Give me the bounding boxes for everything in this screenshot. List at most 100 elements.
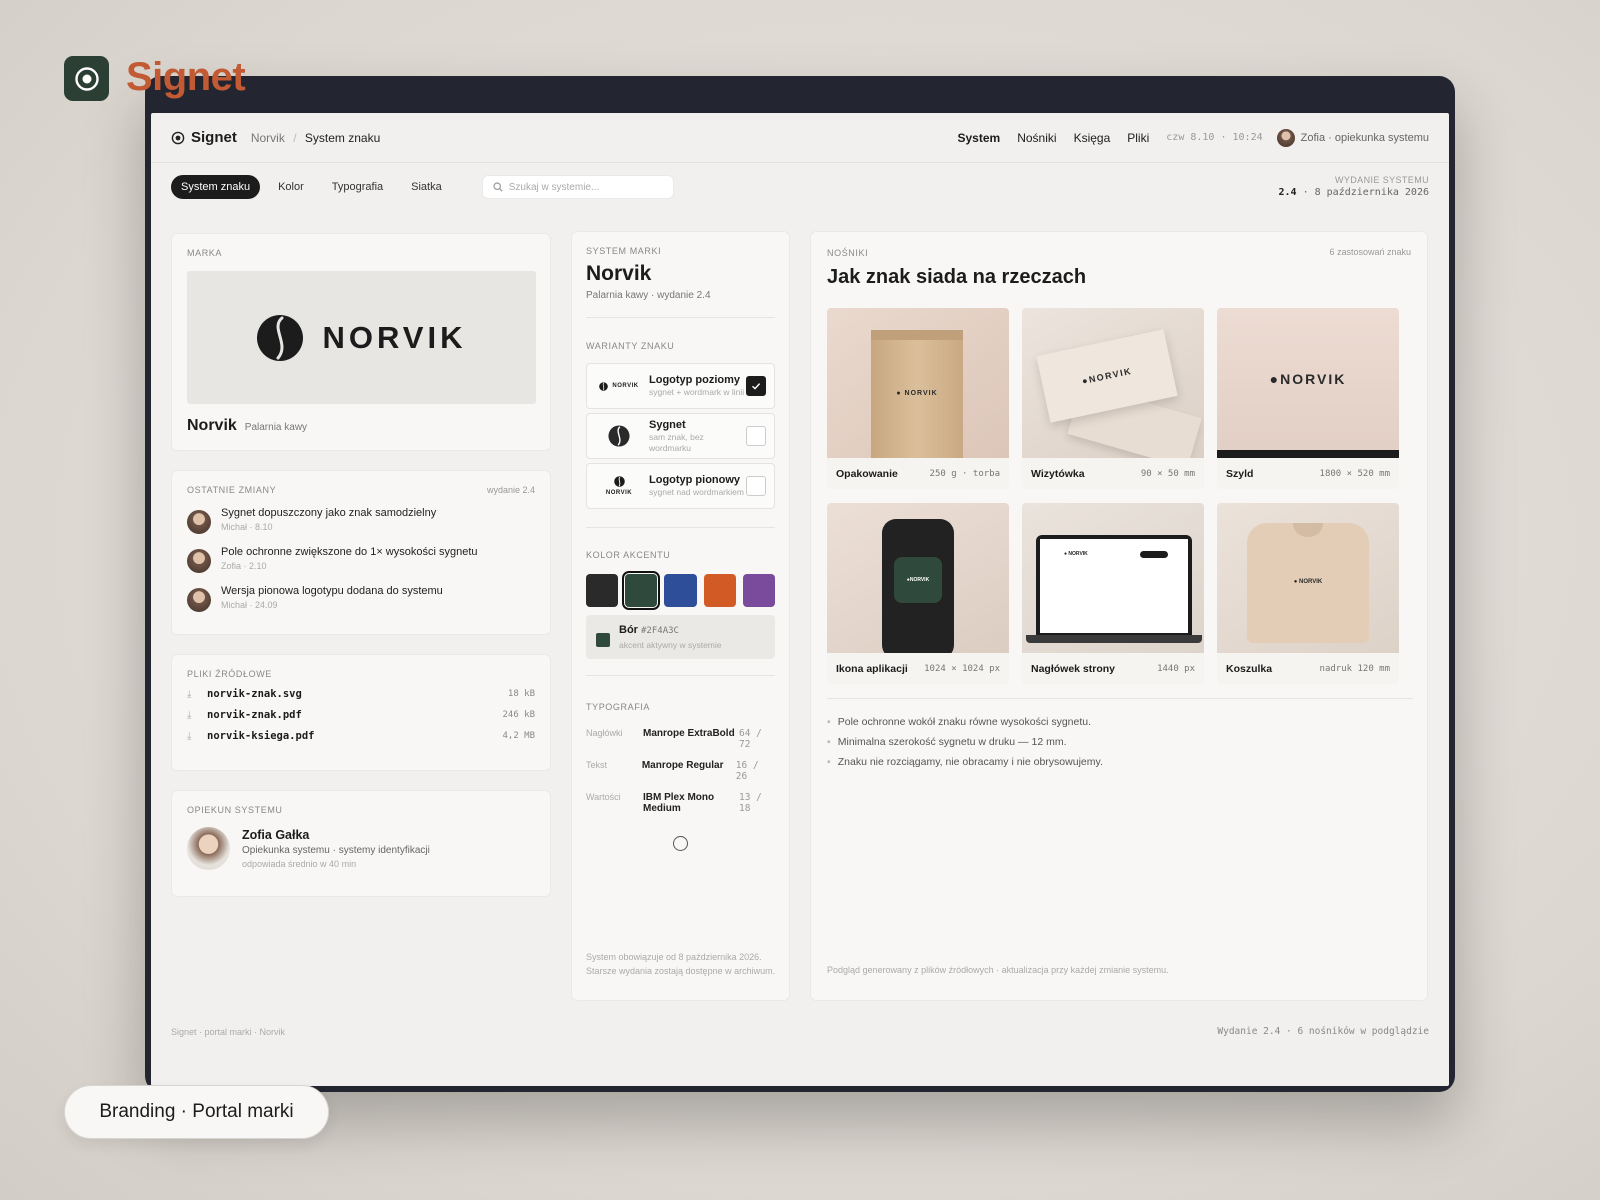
variant-checkbox[interactable] [746,426,766,446]
footer-left: Signet · portal marki · Norvik [171,1027,286,1037]
tab-kolor[interactable]: Kolor [268,175,314,199]
typo-font: IBM Plex Mono Medium [643,792,715,814]
carrier-meta: 1024 × 1024 px [924,663,1000,674]
variant-title: Sygnet [649,418,686,431]
typo-row: Nagłówki Manrope ExtraBold 64 / 72 [586,728,775,750]
carrier-tile-tshirt[interactable]: ● NORVIK Koszulka nadruk 120 mm [1217,503,1399,684]
user-label: Zofia · opiekunka systemu [1300,131,1429,144]
download-icon: ⤓ [187,688,192,700]
category-badge: Branding · Portal marki [64,1085,329,1139]
toolbar: System znaku Kolor Typografia Siatka Szu… [151,163,1449,211]
usage-rules: ▪ Pole ochronne wokół znaku równe wysokoś… [827,708,1103,768]
signet-mark-icon [595,425,643,447]
swatch-1[interactable] [586,574,619,607]
app-logo-icon [64,56,109,101]
recent-changes-card: Ostatnie zmiany wydanie 2.4 Sygnet dopus… [171,470,551,635]
swatch-4[interactable] [703,574,736,607]
tshirt-mockup: ● NORVIK [1217,503,1399,653]
avatar [187,827,230,870]
variant-sub: sam znak, bez wordmarku [649,431,704,453]
variant-checkbox[interactable] [746,376,766,396]
carrier-name: Szyld [1226,467,1254,480]
carrier-tile-app-icon[interactable]: ● NORVIK Ikona aplikacji 1024 × 1024 px [827,503,1009,684]
file-name: norvik-ksiega.pdf [207,730,315,742]
divider [586,527,775,528]
changes-release: wydanie 2.4 [486,485,535,495]
divider [586,317,775,318]
file-name: norvik-znak.svg [207,688,302,700]
typo-font: Manrope ExtraBold [643,728,735,739]
brand-card: Marka NORVIK Norvik Palarnia kawy [171,233,551,451]
rule-item: ▪ Pole ochronne wokół znaku równe wysokoś… [827,716,1092,728]
carrier-name: Koszulka [1226,662,1273,675]
release-label: Wydanie systemu [1334,175,1429,185]
search-placeholder: Szukaj w systemie... [508,181,600,193]
change-item[interactable]: Wersja pionowa logotypu dodana do system… [187,585,535,612]
carrier-meta: nadruk 120 mm [1319,663,1390,674]
brand-logo-preview[interactable]: NORVIK [187,271,536,404]
carrier-tile-web-header[interactable]: ● NORVIK Nagłówek strony 1440 px [1022,503,1204,684]
tab-siatka[interactable]: Siatka [401,175,452,199]
breadcrumb-parent[interactable]: Norvik [251,131,285,145]
carrier-name: Nagłówek strony [1031,662,1116,675]
change-item[interactable]: Pole ochronne zwiększone do 1× wysokości… [187,546,535,573]
carrier-tile-packaging[interactable]: ● NORVIK Opakowanie 250 g · torba [827,308,1009,489]
swatch-3[interactable] [664,574,697,607]
carrier-tile-business-card[interactable]: ● NORVIK Wizytówka 90 × 50 mm [1022,308,1204,489]
file-item[interactable]: ⤓ norvik-ksiega.pdf 4,2 MB [187,730,535,742]
web-header-mockup: ● NORVIK [1022,503,1204,653]
change-meta: Michał · 24.09 [221,600,278,610]
tab-typografia[interactable]: Typografia [322,175,393,199]
variant-signet[interactable]: Sygnet sam znak, bez wordmarku [586,413,775,459]
nav-links: System Nośniki Księga Pliki czw 8.10 · 1… [958,131,1263,145]
change-meta: Michał · 8.10 [221,522,273,532]
carrier-tile-sign[interactable]: ● NORVIK Szyld 1800 × 520 mm [1217,308,1399,489]
typo-row: Wartości IBM Plex Mono Medium 13 / 18 [586,792,775,814]
spinner-icon [673,836,688,851]
signet-logo-icon [171,131,185,144]
app-name: Signet [126,55,246,99]
file-item[interactable]: ⤓ norvik-znak.pdf 246 kB [187,709,535,721]
mini-wordmark: ● NORVIK [1217,308,1399,450]
change-item[interactable]: Sygnet dopuszczony jako znak samodzielny… [187,507,535,534]
variants-label: Warianty znaku [586,341,675,351]
accent-chip [596,633,610,647]
business-card-mockup: ● NORVIK [1022,308,1204,458]
variant-vertical[interactable]: NORVIK Logotyp pionowy sygnet nad wordmar… [586,463,775,509]
clock: czw 8.10 · 10:24 [1166,132,1263,143]
accent-label: Kolor akcentu [586,550,671,560]
nav-link-ksiega[interactable]: Księga [1074,131,1111,145]
change-text: Sygnet dopuszczony jako znak samodzielny [221,507,437,519]
tab-system-znaku[interactable]: System znaku [171,175,261,199]
swatch-2[interactable] [622,571,661,610]
nav-logo[interactable]: Signet [191,129,237,146]
files-label: Pliki źródłowe [187,669,272,679]
changes-label: Ostatnie zmiany [187,485,277,495]
system-subtitle: Palarnia kawy · wydanie 2.4 [586,290,711,301]
divider [586,675,775,676]
owner-name: Zofia Gałka [242,828,310,842]
nav-link-nosniki[interactable]: Nośniki [1017,131,1056,145]
file-size: 18 kB [507,689,535,699]
system-footnote: System obowiązuje od 8 października 2026… [586,952,776,976]
carrier-meta: 1440 px [1157,663,1195,674]
variant-checkbox[interactable] [746,476,766,496]
avatar [1276,128,1295,147]
packaging-mockup: ● NORVIK [827,308,1009,458]
variant-horizontal[interactable]: NORVIK Logotyp poziomy sygnet + wordmark … [586,363,775,409]
search-input[interactable]: Szukaj w systemie... [481,175,674,199]
typo-label: Typografia [586,702,651,712]
changes-header: Ostatnie zmiany wydanie 2.4 [187,485,535,495]
nav-link-system[interactable]: System [958,131,1001,145]
file-item[interactable]: ⤓ norvik-znak.svg 18 kB [187,688,535,700]
avatar [187,510,211,534]
swatch-5[interactable] [742,574,776,607]
horizontal-logo-icon: NORVIK [595,381,643,391]
user-menu[interactable]: Zofia · opiekunka systemu [1276,128,1429,147]
release-version: 2.4 [1278,187,1297,198]
owner-row[interactable]: Zofia Gałka Opiekunka systemu · systemy … [187,827,535,870]
change-meta: Zofia · 2.10 [221,561,267,571]
nav-link-pliki[interactable]: Pliki [1127,131,1149,145]
variant-sub: sygnet nad wordmarkiem [649,487,744,497]
carriers-label: Nośniki [827,248,869,258]
